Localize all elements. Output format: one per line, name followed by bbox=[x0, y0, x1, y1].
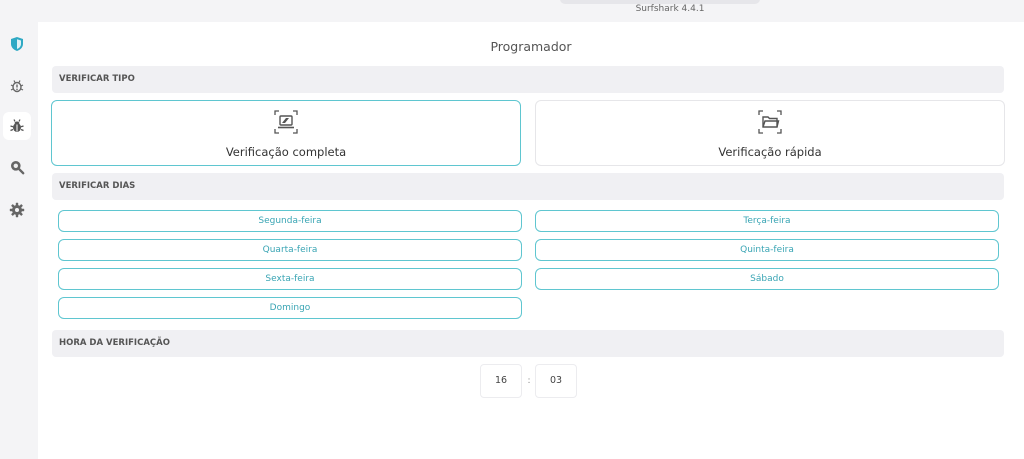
title-bar: Surfshark 4.4.1 bbox=[0, 0, 1024, 22]
day-button-wednesday[interactable]: Quarta-feira bbox=[58, 239, 522, 261]
gear-icon bbox=[9, 202, 25, 218]
sidebar-item-search[interactable] bbox=[3, 153, 31, 181]
day-button-saturday[interactable]: Sábado bbox=[535, 268, 999, 290]
day-button-sunday[interactable]: Domingo bbox=[58, 297, 522, 319]
scan-type-full-label: Verificação completa bbox=[225, 145, 347, 159]
scheduler-panel: Programador VERIFICAR TIPO Verificação c… bbox=[38, 22, 1024, 459]
section-header-scan-time: HORA DA VERIFICAÇÃO bbox=[52, 330, 1004, 357]
laptop-scan-icon bbox=[274, 110, 298, 134]
sidebar-item-settings[interactable] bbox=[3, 196, 31, 224]
scan-type-quick-label: Verificação rápida bbox=[718, 145, 822, 159]
scan-type-full[interactable]: Verificação completa bbox=[51, 100, 521, 166]
page-title: Programador bbox=[490, 39, 572, 54]
app-title: Surfshark 4.4.1 bbox=[635, 4, 705, 14]
section-header-scan-type: VERIFICAR TIPO bbox=[52, 66, 1004, 93]
sidebar-item-vpn[interactable] bbox=[3, 30, 31, 58]
bug-icon bbox=[10, 119, 24, 132]
sidebar bbox=[0, 22, 38, 459]
hour-input[interactable]: 16 bbox=[480, 364, 522, 398]
sidebar-item-antivirus[interactable] bbox=[3, 112, 31, 140]
scan-type-quick[interactable]: Verificação rápida bbox=[535, 100, 1005, 166]
sidebar-item-alert[interactable] bbox=[3, 72, 31, 100]
alert-bug-icon bbox=[10, 80, 24, 93]
day-button-thursday[interactable]: Quinta-feira bbox=[535, 239, 999, 261]
day-button-tuesday[interactable]: Terça-feira bbox=[535, 210, 999, 232]
folder-scan-icon bbox=[758, 110, 782, 134]
day-button-monday[interactable]: Segunda-feira bbox=[58, 210, 522, 232]
time-separator: : bbox=[527, 376, 531, 386]
minute-input[interactable]: 03 bbox=[535, 364, 577, 398]
day-button-friday[interactable]: Sexta-feira bbox=[58, 268, 522, 290]
shield-icon bbox=[11, 37, 23, 51]
section-header-scan-days: VERIFICAR DIAS bbox=[52, 173, 1004, 200]
search-icon bbox=[11, 161, 25, 175]
